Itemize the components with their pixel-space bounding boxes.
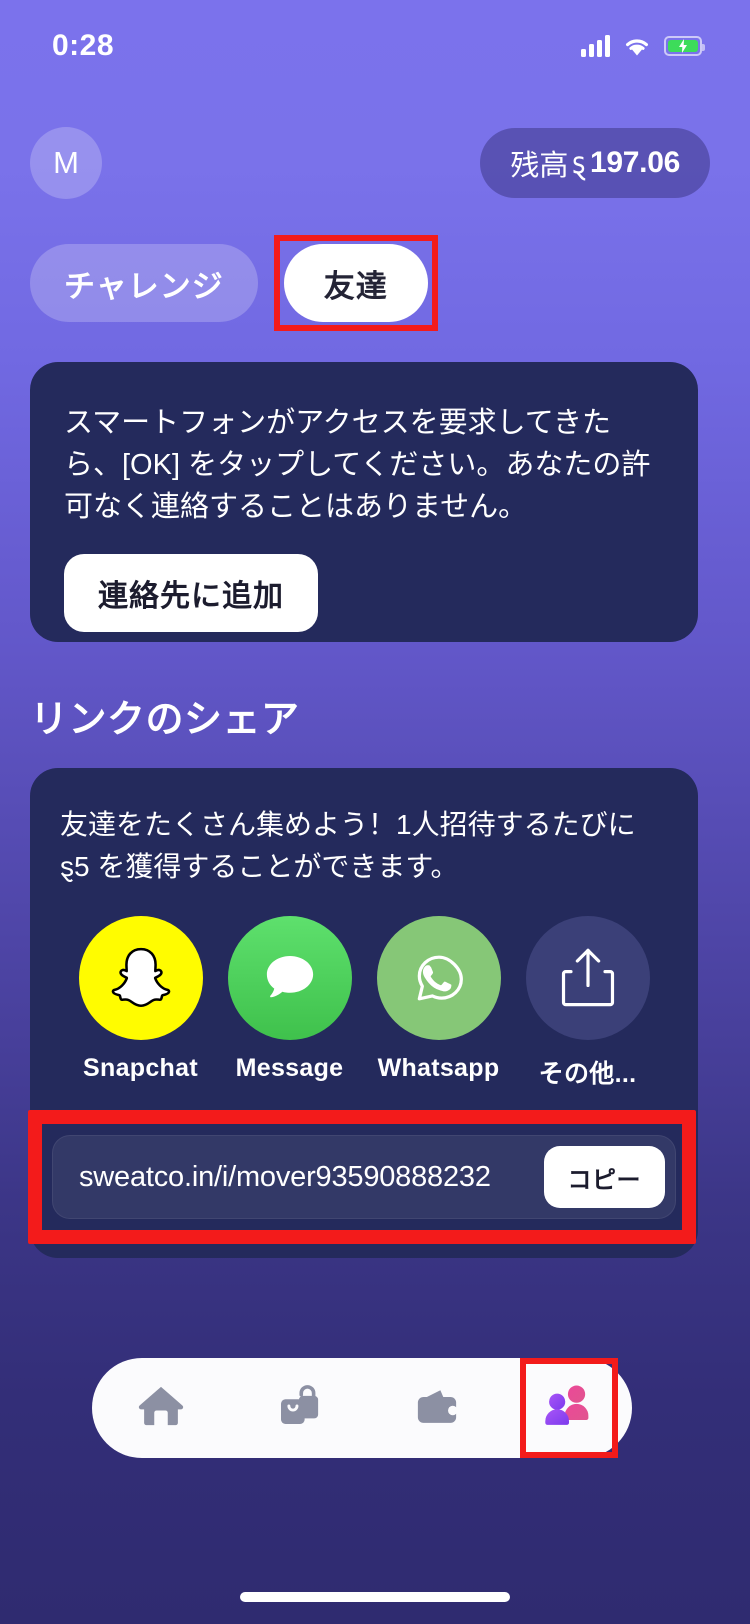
contacts-permission-card: スマートフォンがアクセスを要求してきたら、[OK] をタップしてください。あなた…	[30, 362, 698, 642]
share-targets-row: Snapchat Message Whatsapp その他...	[60, 916, 668, 1090]
share-export-icon	[525, 916, 650, 1040]
home-icon	[134, 1379, 188, 1438]
share-target-snapchat[interactable]: Snapchat	[68, 916, 213, 1090]
battery-charging-icon	[664, 36, 705, 56]
snapchat-ghost-icon	[78, 916, 203, 1040]
wifi-icon	[623, 36, 651, 57]
bottom-navigation-bar	[92, 1358, 632, 1458]
avatar[interactable]: M	[30, 127, 102, 199]
share-target-label: Message	[235, 1054, 344, 1082]
referral-link-text: sweatco.in/i/mover93590888232	[79, 1160, 491, 1193]
share-section-title: リンクのシェア	[30, 699, 300, 741]
tab-bar: チャレンジ 友達	[30, 235, 438, 331]
tab-challenges[interactable]: チャレンジ	[30, 244, 258, 322]
friends-people-icon	[541, 1379, 597, 1438]
share-target-message[interactable]: Message	[217, 916, 362, 1090]
status-bar-time: 0:28	[52, 29, 115, 62]
page-header: M 残高 ȿ 197.06	[0, 126, 750, 200]
whatsapp-icon	[376, 916, 501, 1040]
wallet-icon	[410, 1379, 464, 1438]
nav-item-home[interactable]	[106, 1358, 216, 1458]
home-indicator	[240, 1592, 510, 1602]
cellular-signal-icon	[581, 35, 610, 57]
share-target-whatsapp[interactable]: Whatsapp	[366, 916, 511, 1090]
share-target-other[interactable]: その他...	[515, 916, 660, 1090]
referral-link-row[interactable]: sweatco.in/i/mover93590888232 コピー	[52, 1135, 676, 1219]
shopping-bag-icon	[272, 1379, 326, 1438]
add-contacts-button[interactable]: 連絡先に追加	[64, 554, 318, 633]
share-target-label: Snapchat	[83, 1054, 198, 1082]
message-bubble-icon	[227, 916, 352, 1040]
share-card-body: 友達をたくさん集めよう！1人招待するたびに ȿ5 を獲得することができます。	[60, 809, 636, 882]
contacts-card-body: スマートフォンがアクセスを要求してきたら、[OK] をタップしてください。あなた…	[64, 407, 651, 524]
copy-link-button[interactable]: コピー	[543, 1146, 665, 1208]
share-target-label: その他...	[538, 1060, 637, 1088]
nav-item-friends[interactable]	[520, 1358, 618, 1458]
balance-amount: 197.06	[590, 146, 680, 179]
nav-item-shop[interactable]	[244, 1358, 354, 1458]
balance-label: 残高	[510, 150, 569, 182]
balance-badge[interactable]: 残高 ȿ 197.06	[480, 128, 710, 198]
tab-friends-highlight: 友達	[273, 235, 438, 331]
avatar-initial: M	[53, 145, 79, 180]
share-target-label: Whatsapp	[377, 1054, 500, 1082]
nav-item-wallet[interactable]	[382, 1358, 492, 1458]
status-bar: 0:28	[0, 0, 750, 92]
sweatcoin-currency-icon: ȿ	[572, 145, 586, 181]
status-bar-icons	[581, 35, 705, 57]
tab-friends[interactable]: 友達	[283, 244, 428, 322]
